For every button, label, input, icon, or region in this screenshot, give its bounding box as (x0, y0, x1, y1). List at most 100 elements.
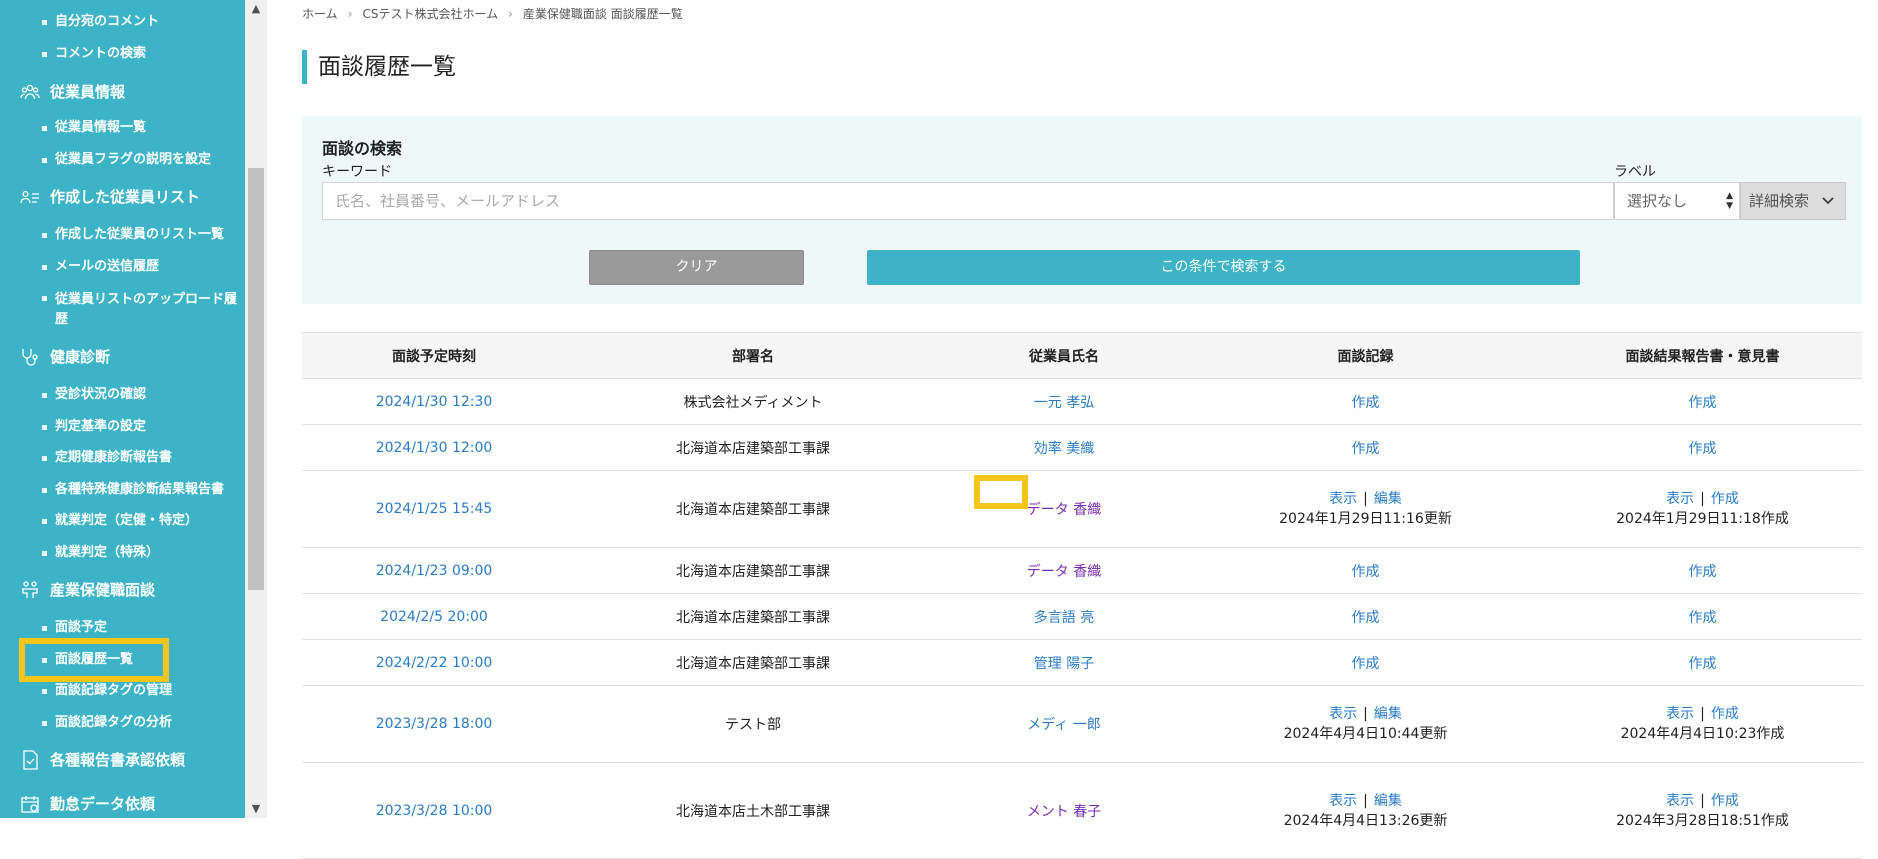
scroll-down-arrow-icon[interactable]: ▼ (245, 800, 267, 818)
record-view-link[interactable]: 表示 (1329, 491, 1357, 507)
sidebar-item-interview-schedule[interactable]: 面談予定 (42, 620, 245, 636)
table-row: 2024/1/25 15:45 北海道本店建築部工事課 データ 香織 表示 | 編集… (302, 471, 1862, 548)
table-header: 面談予定時刻 部署名 従業員氏名 面談記録 面談結果報告書・意見書 (302, 332, 1862, 379)
report-create-link[interactable]: 作成 (1689, 653, 1717, 673)
up-down-icon: ▲ ▼ (1726, 191, 1733, 211)
table-row: 2024/1/30 12:00 北海道本店建築部工事課 効率 美織 作成 作成 (302, 425, 1862, 471)
record-edit-link[interactable]: 編集 (1374, 706, 1402, 722)
sidebar-group-health-check[interactable]: 健康診断 (20, 347, 110, 367)
scroll-thumb[interactable] (248, 168, 264, 590)
sidebar-group-attendance[interactable]: 勤怠データ依頼 (20, 794, 155, 814)
record-create-link[interactable]: 作成 (1352, 607, 1380, 627)
sidebar-group-employee-info[interactable]: 従業員情報 (20, 82, 125, 102)
record-edit-link[interactable]: 編集 (1374, 793, 1402, 809)
sidebar-item-tag-manage[interactable]: 面談記録タグの管理 (42, 683, 245, 699)
breadcrumb-home[interactable]: ホーム (302, 5, 338, 22)
highlight-box (974, 475, 1028, 509)
employee-name-link[interactable]: メディ 一郎 (1027, 714, 1100, 734)
employee-name-link[interactable]: 管理 陽子 (1034, 653, 1094, 673)
sidebar-group-label: 産業保健職面談 (50, 581, 156, 599)
keyword-input[interactable] (322, 182, 1614, 220)
sidebar-item-mail-history[interactable]: メールの送信履歴 (42, 259, 245, 275)
dept-text: テスト部 (725, 717, 781, 733)
dept-text: 北海道本店建築部工事課 (676, 502, 830, 518)
breadcrumb-separator: › (347, 7, 353, 21)
sidebar-item-work-judgment-special[interactable]: 就業判定（特殊） (42, 545, 245, 561)
sidebar-item-my-comments[interactable]: 自分宛のコメント (42, 14, 245, 30)
sidebar-group-created-lists[interactable]: 作成した従業員リスト (20, 187, 200, 207)
sidebar-item-tag-analysis[interactable]: 面談記録タグの分析 (42, 715, 245, 731)
time-link[interactable]: 2024/2/5 20:00 (380, 609, 488, 625)
breadcrumb-current: 産業保健職面談 面談履歴一覧 (522, 7, 683, 21)
record-edit-link[interactable]: 編集 (1374, 491, 1402, 507)
time-link[interactable]: 2023/3/28 18:00 (376, 716, 493, 732)
record-create-link[interactable]: 作成 (1352, 561, 1380, 581)
sidebar-item-created-list[interactable]: 作成した従業員のリスト一覧 (42, 227, 245, 243)
employee-name-link[interactable]: データ 香織 (1027, 499, 1101, 519)
time-link[interactable]: 2024/2/22 10:00 (376, 655, 493, 671)
report-create-link[interactable]: 作成 (1689, 438, 1717, 458)
sidebar-scrollbar[interactable]: ▲ ▼ (245, 0, 267, 818)
page-title: 面談履歴一覧 (302, 50, 456, 84)
header-record: 面談記録 (1337, 348, 1394, 365)
report-create-link[interactable]: 作成 (1689, 392, 1717, 412)
people-icon (20, 82, 40, 102)
report-create-link[interactable]: 作成 (1711, 706, 1739, 722)
sidebar-item-employee-list[interactable]: 従業員情報一覧 (42, 120, 245, 136)
label-label: ラベル (1614, 164, 1656, 180)
interview-icon (20, 580, 40, 600)
report-create-link[interactable]: 作成 (1711, 491, 1739, 507)
report-created-text: 2024年1月29日11:18作成 (1616, 511, 1789, 527)
search-button[interactable]: この条件で検索する (867, 250, 1580, 285)
employee-name-link[interactable]: データ 香織 (1027, 561, 1101, 581)
sidebar-item-criteria[interactable]: 判定基準の設定 (42, 419, 245, 435)
sidebar-group-label: 勤怠データ依頼 (50, 795, 156, 813)
table-row: 2024/1/30 12:30 株式会社メディメント 一元 孝弘 作成 作成 (302, 379, 1862, 425)
search-panel: 面談の検索 キーワード ラベル 選択なし ▲▼ 詳細検索 クリア この条件で検索… (302, 116, 1862, 304)
report-created-text: 2024年4月4日10:23作成 (1620, 726, 1785, 742)
sidebar-item-periodic-report[interactable]: 定期健康診断報告書 (42, 450, 245, 466)
time-link[interactable]: 2024/1/23 09:00 (376, 563, 493, 579)
record-view-link[interactable]: 表示 (1329, 793, 1357, 809)
report-create-link[interactable]: 作成 (1689, 607, 1717, 627)
breadcrumb: ホーム › CSテスト株式会社ホーム › 産業保健職面談 面談履歴一覧 (302, 5, 683, 22)
sidebar-item-work-judgment[interactable]: 就業判定（定健・特定） (42, 513, 245, 529)
record-view-link[interactable]: 表示 (1329, 706, 1357, 722)
report-create-link[interactable]: 作成 (1689, 561, 1717, 581)
employee-name-link[interactable]: 多言語 亮 (1034, 607, 1094, 627)
dept-text: 北海道本店建築部工事課 (676, 563, 830, 580)
detail-search-button[interactable]: 詳細検索 (1740, 182, 1846, 220)
report-view-link[interactable]: 表示 (1666, 706, 1694, 722)
table-row: 2024/1/23 09:00 北海道本店建築部工事課 データ 香織 作成 作成 (302, 548, 1862, 594)
employee-name-link[interactable]: 一元 孝弘 (1034, 392, 1094, 412)
record-create-link[interactable]: 作成 (1352, 438, 1380, 458)
label-select[interactable]: 選択なし ▲ ▼ (1614, 182, 1740, 220)
sidebar-item-special-report[interactable]: 各種特殊健康診断結果報告書 (42, 482, 245, 498)
scroll-up-arrow-icon[interactable]: ▲ (245, 0, 267, 18)
sidebar-group-report-approval[interactable]: 各種報告書承認依頼 (20, 750, 185, 770)
document-check-icon (20, 750, 40, 770)
sidebar-group-interview[interactable]: 産業保健職面談 (20, 580, 155, 600)
sidebar-item-exam-status[interactable]: 受診状況の確認 (42, 387, 245, 403)
sidebar-item-employee-flags[interactable]: 従業員フラグの説明を設定 (42, 152, 245, 168)
sidebar: 自分宛のコメント コメントの検索 従業員情報 従業員情報一覧 従業員フラグの説明… (0, 0, 245, 818)
breadcrumb-separator: › (508, 7, 513, 21)
time-link[interactable]: 2024/1/30 12:00 (376, 440, 493, 456)
report-view-link[interactable]: 表示 (1666, 491, 1694, 507)
time-link[interactable]: 2024/1/30 12:30 (376, 394, 493, 410)
sidebar-item-upload-history[interactable]: 従業員リストのアップロード履歴 (42, 290, 245, 330)
breadcrumb-company-home[interactable]: CSテスト株式会社ホーム (362, 5, 498, 22)
search-title: 面談の検索 (322, 139, 403, 158)
time-link[interactable]: 2024/1/25 15:45 (376, 501, 493, 517)
report-create-link[interactable]: 作成 (1711, 793, 1739, 809)
time-link[interactable]: 2023/3/28 10:00 (376, 803, 493, 819)
record-create-link[interactable]: 作成 (1352, 653, 1380, 673)
header-report: 面談結果報告書・意見書 (1625, 348, 1780, 365)
label-select-value: 選択なし (1627, 192, 1688, 210)
record-create-link[interactable]: 作成 (1352, 392, 1380, 412)
dept-text: 北海道本店建築部工事課 (676, 609, 830, 626)
report-view-link[interactable]: 表示 (1666, 793, 1694, 809)
clear-button[interactable]: クリア (589, 250, 804, 285)
sidebar-item-comment-search[interactable]: コメントの検索 (42, 46, 245, 62)
employee-name-link[interactable]: 効率 美織 (1034, 438, 1094, 458)
